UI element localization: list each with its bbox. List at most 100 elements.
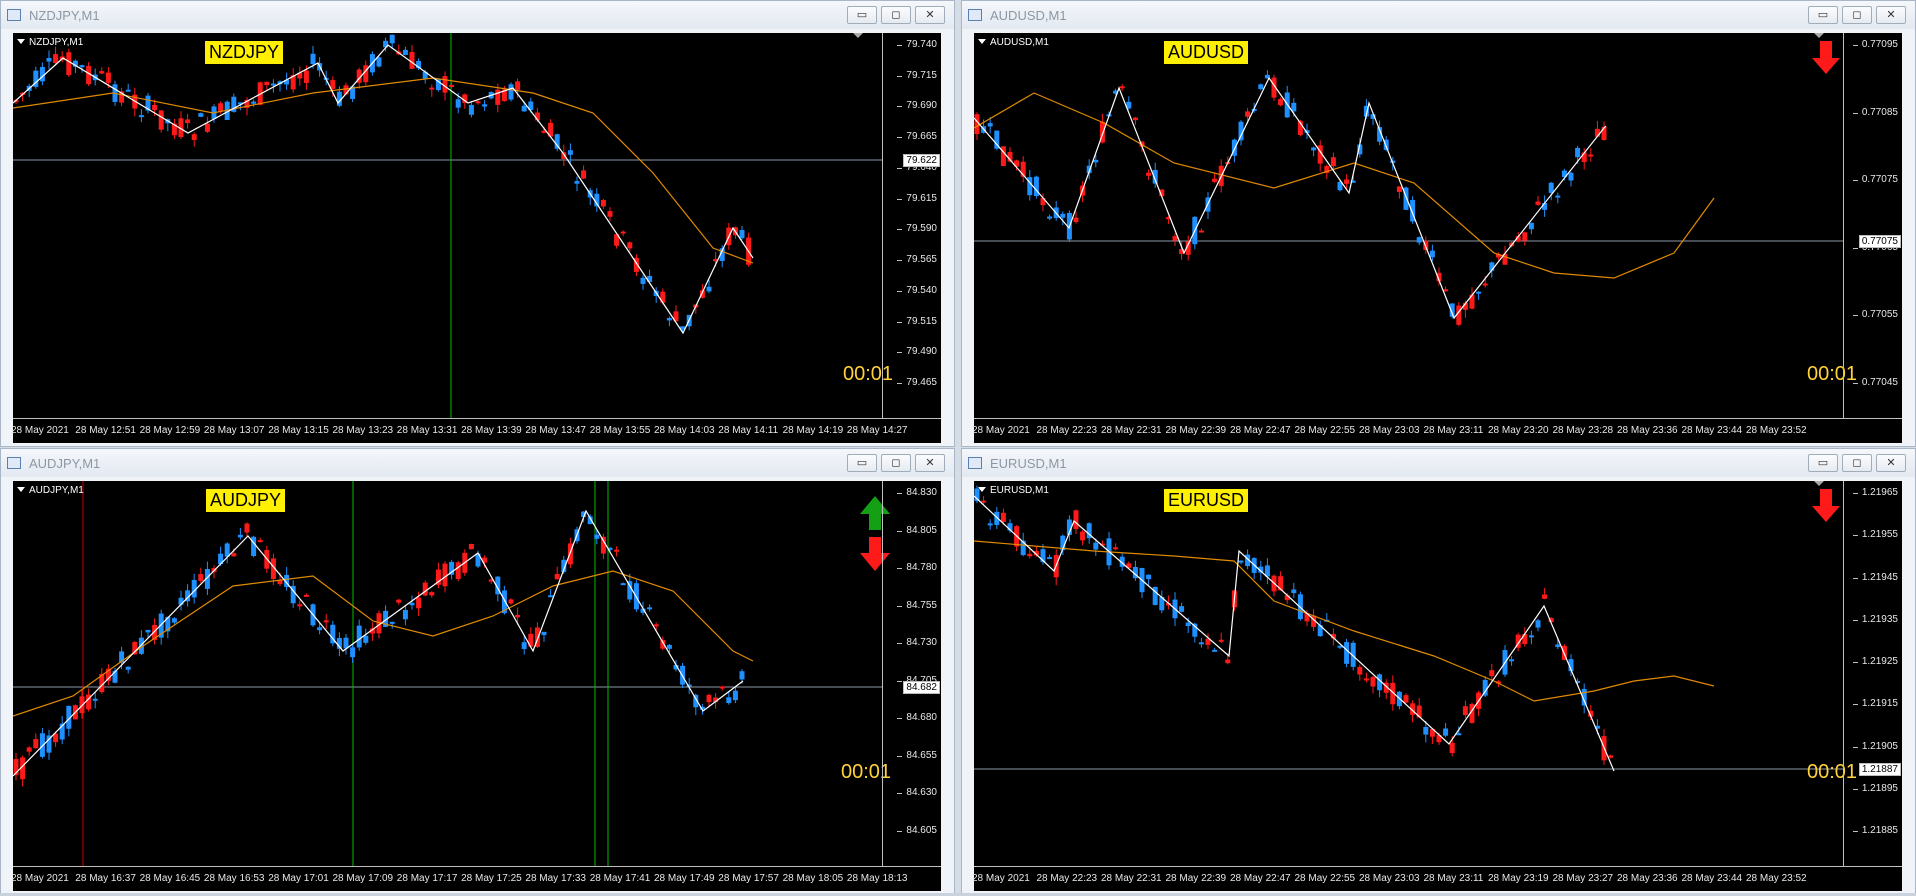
price-tick-label: 0.77075: [1852, 174, 1898, 186]
time-tick-label: 28 May 16:37: [75, 873, 136, 884]
candle-body: [1218, 639, 1224, 642]
maximize-button[interactable]: ◻: [881, 454, 911, 472]
chart-scroll-marker-icon: [1814, 33, 1824, 38]
time-tick-label: 28 May 16:45: [139, 873, 201, 884]
chart-window-audusd[interactable]: AUDUSD,M1 ▭ ◻ ✕ AUDUSD,M1 AUDUSD 00:01 0…: [961, 0, 1916, 447]
candle-body: [987, 123, 993, 127]
candle-body: [363, 635, 369, 643]
candlestick-chart[interactable]: [13, 33, 883, 418]
price-axis[interactable]: 84.83084.80584.78084.75584.73084.70584.6…: [882, 481, 941, 866]
close-button[interactable]: ✕: [1876, 6, 1906, 24]
symbol-header[interactable]: EURUSD,M1: [978, 485, 1049, 496]
chart-window-eurusd[interactable]: EURUSD,M1 ▭ ◻ ✕ EURUSD,M1 EURUSD 00:01 1…: [961, 448, 1916, 895]
zigzag-line: [974, 76, 1607, 320]
chart-area[interactable]: AUDUSD,M1 AUDUSD 00:01 0.77095 0.77085 0.7…: [972, 33, 1902, 444]
candle-body: [1185, 622, 1191, 627]
candle-body: [1330, 157, 1336, 167]
chart-window-audjpy[interactable]: AUDJPY,M1 ▭ ◻ ✕ AUDJPY,M1 AUDJPY 00:01 8…: [0, 448, 955, 895]
minimize-button[interactable]: ▭: [847, 6, 877, 24]
close-button[interactable]: ✕: [915, 454, 945, 472]
candle-body: [442, 563, 448, 587]
candle-body: [521, 642, 527, 649]
current-price-label: 79.622: [903, 154, 940, 167]
candle-body: [468, 104, 474, 115]
candle-body: [666, 644, 672, 649]
window-titlebar[interactable]: AUDJPY,M1 ▭ ◻ ✕: [1, 449, 954, 477]
candle-body: [416, 597, 422, 609]
candlestick-chart[interactable]: [13, 481, 883, 866]
candle-body: [548, 595, 554, 598]
candle-body: [1555, 195, 1561, 198]
candle-body: [330, 80, 336, 89]
candle-body: [185, 119, 191, 124]
candlestick-chart[interactable]: [974, 33, 1844, 418]
candle-body: [26, 747, 32, 752]
time-tick-label: 28 May 14:19: [782, 425, 844, 436]
candle-body: [706, 694, 712, 703]
close-button[interactable]: ✕: [915, 6, 945, 24]
candle-body: [145, 629, 151, 633]
candle-body: [1443, 728, 1449, 736]
symbol-header[interactable]: NZDJPY,M1: [17, 37, 83, 48]
candle-body: [1027, 553, 1033, 557]
candle-body: [99, 71, 105, 74]
time-tick-label: 28 May 23:44: [1681, 425, 1743, 436]
maximize-button[interactable]: ◻: [1842, 454, 1872, 472]
candle-body: [653, 624, 659, 627]
time-axis[interactable]: 28 May 2021 28 May 16:37 28 May 16:45 28 Ma…: [11, 866, 941, 892]
candle-body: [567, 150, 573, 155]
window-titlebar[interactable]: AUDUSD,M1 ▭ ◻ ✕: [962, 1, 1915, 29]
time-tick-label: 28 May 17:25: [461, 873, 522, 884]
sell-signal-arrow-icon: [1812, 41, 1840, 74]
candle-body: [1456, 305, 1462, 325]
dropdown-triangle-icon: [978, 487, 986, 492]
price-tick-label: 1.21935: [1852, 613, 1898, 625]
candle-body: [600, 536, 606, 554]
maximize-button[interactable]: ◻: [1842, 6, 1872, 24]
minimize-button[interactable]: ▭: [1808, 454, 1838, 472]
symbol-header[interactable]: AUDUSD,M1: [978, 37, 1049, 48]
candle-body: [1258, 84, 1264, 90]
candle-body: [640, 277, 646, 284]
maximize-button[interactable]: ◻: [881, 6, 911, 24]
price-axis[interactable]: 79.740 79.715 79.690 79.665 79.640 79.615 79.5…: [882, 33, 941, 418]
minimize-button[interactable]: ▭: [1808, 6, 1838, 24]
candle-body: [191, 134, 197, 141]
minimize-button[interactable]: ▭: [847, 454, 877, 472]
candle-body: [429, 592, 435, 596]
candle-body: [627, 242, 633, 249]
chart-window-nzdjpy[interactable]: NZDJPY,M1 ▭ ◻ ✕ NZDJPY,M1 NZDJPY 00:01 7…: [0, 0, 955, 447]
moving-average-line: [13, 570, 754, 717]
time-tick-label: 28 May 23:11: [1423, 873, 1484, 884]
price-tick-label: 84.730: [897, 637, 937, 649]
price-axis[interactable]: 1.21965 1.21955 1.21945 1.21935 1.21925 1.219…: [1843, 481, 1902, 866]
candle-body: [1528, 222, 1534, 230]
candle-body: [92, 698, 98, 701]
candlestick-chart[interactable]: [974, 481, 1844, 866]
current-price-label: 1.21887: [1858, 763, 1901, 776]
candle-body: [138, 115, 144, 118]
candle-body: [105, 72, 111, 83]
chart-area[interactable]: NZDJPY,M1 NZDJPY 00:01 79.740 79.715 79.69…: [11, 33, 941, 444]
chart-area[interactable]: EURUSD,M1 EURUSD 00:01 1.21965 1.21955 1.2…: [972, 481, 1902, 892]
chart-area[interactable]: AUDJPY,M1 AUDJPY 00:01 84.830 84.805 84.78…: [11, 481, 941, 892]
symbol-header-text: NZDJPY,M1: [29, 37, 84, 48]
time-tick-label: 28 May 13:47: [525, 425, 586, 436]
zigzag-line: [13, 44, 754, 335]
window-titlebar[interactable]: EURUSD,M1 ▭ ◻ ✕: [962, 449, 1915, 477]
current-price-label: 0.77075: [1858, 235, 1901, 248]
candle-body: [1344, 179, 1350, 184]
time-tick-label: 28 May 13:23: [332, 425, 394, 436]
candle-body: [647, 607, 653, 610]
window-titlebar[interactable]: NZDJPY,M1 ▭ ◻ ✕: [1, 1, 954, 29]
symbol-header[interactable]: AUDJPY,M1: [17, 485, 84, 496]
time-axis[interactable]: 28 May 2021 28 May 12:51 28 May 12:59 28 Ma…: [11, 418, 941, 444]
time-axis[interactable]: 28 May 2021 28 May 22:23 28 May 22:31 28 Ma…: [972, 866, 1902, 892]
candle-body: [1344, 642, 1350, 664]
time-tick-label: 28 May 17:57: [718, 873, 779, 884]
candle-body: [554, 573, 560, 580]
close-button[interactable]: ✕: [1876, 454, 1906, 472]
time-axis[interactable]: 28 May 2021 28 May 22:23 28 May 22:31 28 Ma…: [972, 418, 1902, 444]
price-axis[interactable]: 0.770950.770850.770750.770650.770550.770…: [1843, 33, 1902, 418]
price-tick-label: 79.515: [897, 315, 937, 327]
